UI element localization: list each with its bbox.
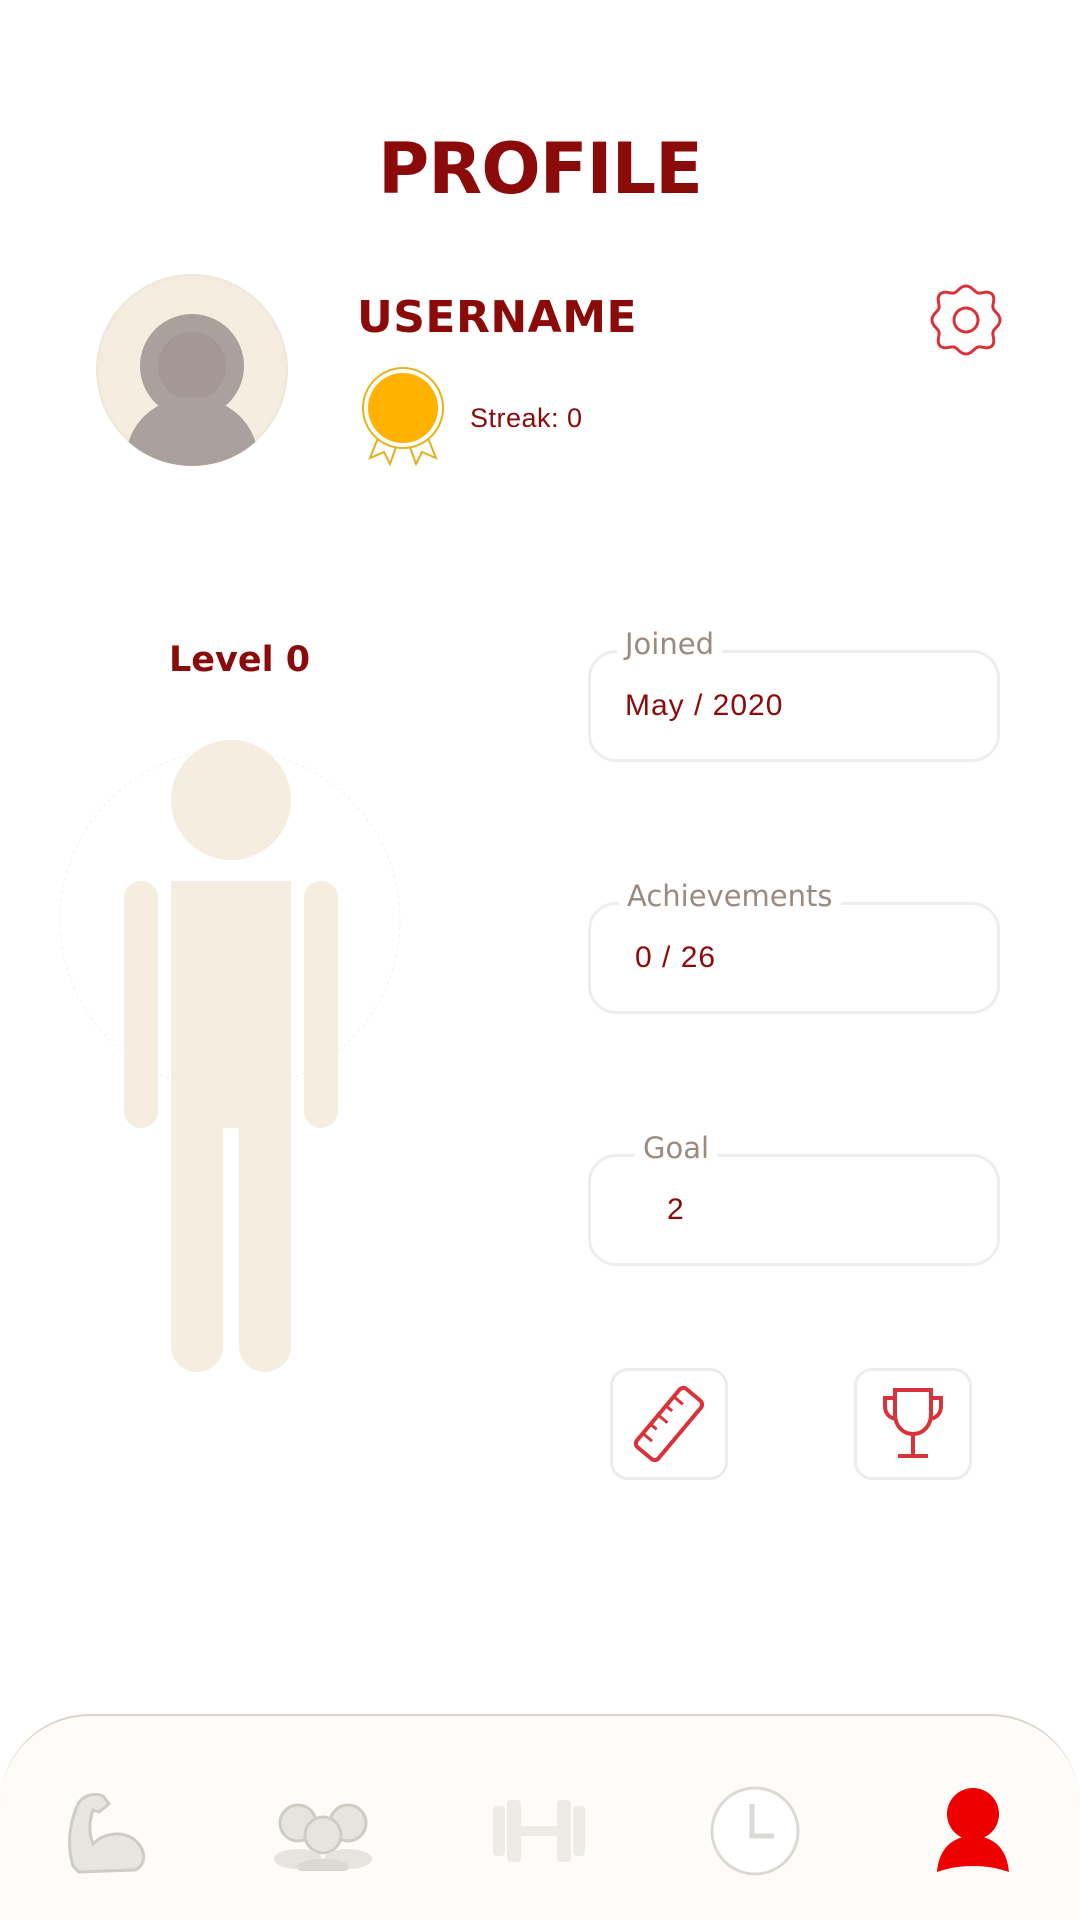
nav-community[interactable] <box>268 1776 378 1886</box>
trophy-icon <box>883 1388 943 1458</box>
nav-profile[interactable] <box>918 1776 1028 1886</box>
group-icon <box>274 1803 372 1871</box>
measurements-button[interactable] <box>610 1368 728 1480</box>
avatar[interactable] <box>96 274 288 466</box>
bottom-navigation <box>0 1714 1080 1920</box>
muscle-arm-icon <box>68 1792 145 1874</box>
joined-field: Joined May / 2020 <box>588 627 1000 762</box>
nav-exercises[interactable] <box>484 1776 594 1886</box>
settings-button[interactable] <box>928 282 1004 358</box>
nav-workouts[interactable] <box>52 1776 162 1886</box>
goal-value: 2 <box>667 1193 685 1226</box>
profile-icon <box>937 1788 1009 1872</box>
username: USERNAME <box>357 292 638 343</box>
clock-icon <box>710 1786 800 1876</box>
achievements-label: Achievements <box>619 879 841 913</box>
gear-icon <box>930 284 1002 356</box>
dumbbell-icon <box>493 1800 585 1862</box>
joined-value: May / 2020 <box>625 689 784 722</box>
medal-icon <box>360 366 446 467</box>
goal-field[interactable]: Goal 2 <box>588 1131 1000 1266</box>
achievements-field: Achievements 0 / 26 <box>588 879 1000 1014</box>
avatar-placeholder-icon <box>126 314 258 466</box>
nav-history[interactable] <box>700 1776 810 1886</box>
level-label: Level 0 <box>169 640 311 680</box>
joined-label: Joined <box>617 627 722 661</box>
goal-label: Goal <box>635 1131 718 1165</box>
page-title: PROFILE <box>378 128 703 210</box>
streak-text: Streak: 0 <box>470 403 583 433</box>
trophy-button[interactable] <box>854 1368 972 1480</box>
body-figure <box>59 730 410 1380</box>
achievements-value: 0 / 26 <box>635 941 717 974</box>
ruler-icon <box>633 1385 705 1463</box>
